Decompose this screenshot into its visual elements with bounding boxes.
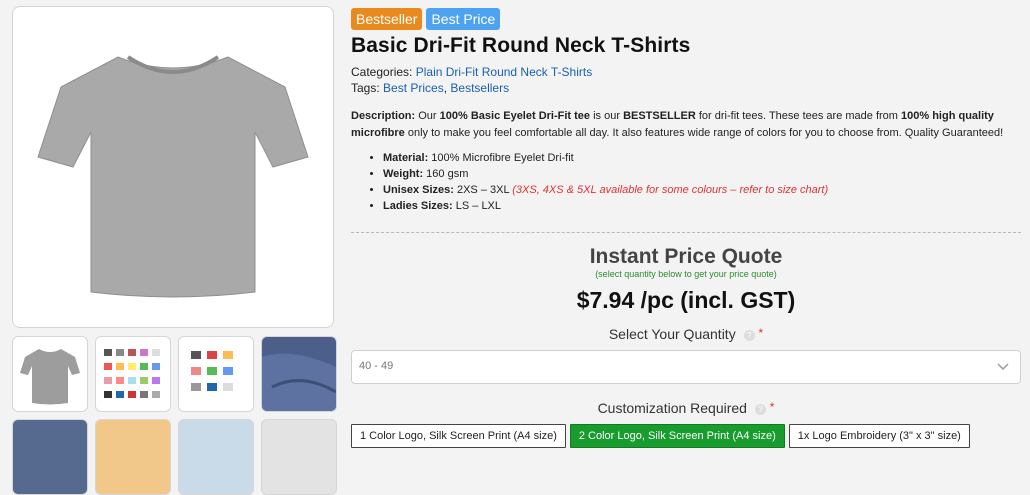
quantity-label-row: Select Your Quantity ? * xyxy=(351,326,1021,342)
question-circle-icon[interactable]: ? xyxy=(743,329,755,341)
description-text: only to make you feel comfortable all da… xyxy=(404,127,1004,139)
option-silk-screen-1-color[interactable]: 1 Color Logo, Silk Screen Print (A4 size… xyxy=(351,424,566,448)
thumbnail-fabric-closeup[interactable] xyxy=(261,336,337,412)
product-gallery xyxy=(12,6,337,495)
spec-value: 2XS – 3XL xyxy=(453,184,513,196)
bestseller-badge: Bestseller xyxy=(351,8,423,30)
tshirt-image xyxy=(37,55,309,298)
thumbnail-model-orange[interactable] xyxy=(95,419,171,495)
quantity-select[interactable]: 40 - 49 xyxy=(351,350,1021,384)
description-label: Description: xyxy=(351,110,416,122)
spec-item-ladies-sizes: Ladies Sizes: LS – LXL xyxy=(383,198,1021,214)
main-product-image[interactable] xyxy=(12,6,334,328)
spec-item-material: Material: 100% Microfibre Eyelet Dri-fit xyxy=(383,150,1021,166)
spec-label: Ladies Sizes: xyxy=(383,200,453,212)
quote-subtitle: (select quantity below to get your price… xyxy=(595,269,777,279)
spec-list: Material: 100% Microfibre Eyelet Dri-fit… xyxy=(351,150,1021,214)
product-title: Basic Dri-Fit Round Neck T-Shirts xyxy=(351,34,691,57)
thumbnail-sports-blue[interactable] xyxy=(178,419,254,495)
thumbnail-tshirt-grey[interactable] xyxy=(12,336,88,412)
divider xyxy=(351,232,1021,233)
description-text: is our xyxy=(590,110,624,122)
description-bold: BESTSELLER xyxy=(623,110,696,122)
spec-item-unisex-sizes: Unisex Sizes: 2XS – 3XL (3XS, 4XS & 5XL … xyxy=(383,182,1021,198)
price-quote-panel: Instant Price Quote (select quantity bel… xyxy=(351,245,1021,448)
customization-label-row: Customization Required ? * xyxy=(351,400,1021,416)
customization-options: 1 Color Logo, Silk Screen Print (A4 size… xyxy=(351,424,1021,448)
tag-link-bestsellers[interactable]: Bestsellers xyxy=(450,81,509,95)
spec-label: Material: xyxy=(383,152,429,164)
required-marker: * xyxy=(758,326,764,340)
thumbnail-model-navy[interactable] xyxy=(12,419,88,495)
required-marker: * xyxy=(769,400,775,414)
quote-title: Instant Price Quote xyxy=(589,245,783,268)
size-chart-note: (3XS, 4XS & 5XL available for some colou… xyxy=(512,184,829,196)
spec-item-weight: Weight: 160 gsm xyxy=(383,166,1021,182)
thumbnail-sports-grey[interactable] xyxy=(261,419,337,495)
customization-label: Customization Required xyxy=(597,400,747,416)
spec-label: Unisex Sizes: xyxy=(383,184,454,196)
quantity-label: Select Your Quantity xyxy=(608,326,736,342)
categories-line: Categories: Plain Dri-Fit Round Neck T-S… xyxy=(351,64,1021,80)
categories-label: Categories: xyxy=(351,65,413,79)
description-text: Our xyxy=(415,110,440,122)
chevron-down-icon xyxy=(996,359,1010,378)
product-info: Bestseller Best Price Basic Dri-Fit Round… xyxy=(351,8,1021,448)
product-description: Description: Our 100% Basic Eyelet Dri-F… xyxy=(351,108,1021,142)
spec-value: 100% Microfibre Eyelet Dri-fit xyxy=(428,152,574,164)
quote-price: $7.94 /pc (incl. GST) xyxy=(576,287,796,313)
tags-line: Tags: Best Prices, Bestsellers xyxy=(351,80,1021,96)
option-silk-screen-2-color[interactable]: 2 Color Logo, Silk Screen Print (A4 size… xyxy=(569,424,785,448)
badge-row: Bestseller Best Price xyxy=(351,8,1021,30)
tags-label: Tags: xyxy=(351,81,380,95)
category-link[interactable]: Plain Dri-Fit Round Neck T-Shirts xyxy=(416,65,593,79)
quantity-selected-value: 40 - 49 xyxy=(359,360,394,372)
thumbnail-color-chart[interactable] xyxy=(95,336,171,412)
spec-value: LS – LXL xyxy=(452,200,502,212)
option-embroidery[interactable]: 1x Logo Embroidery (3" x 3" size) xyxy=(788,424,970,448)
spec-label: Weight: xyxy=(383,168,424,180)
question-circle-icon[interactable]: ? xyxy=(754,403,766,415)
tag-separator: , xyxy=(443,81,448,95)
spec-value: 160 gsm xyxy=(423,168,469,180)
description-bold: 100% Basic Eyelet Dri-Fit tee xyxy=(439,110,591,122)
description-text: for dri-fit tees. These tees are made fr… xyxy=(695,110,902,122)
best-price-badge: Best Price xyxy=(426,8,501,30)
tag-link-best-prices[interactable]: Best Prices xyxy=(383,81,444,95)
thumbnail-ladies-color-chart[interactable] xyxy=(178,336,254,412)
